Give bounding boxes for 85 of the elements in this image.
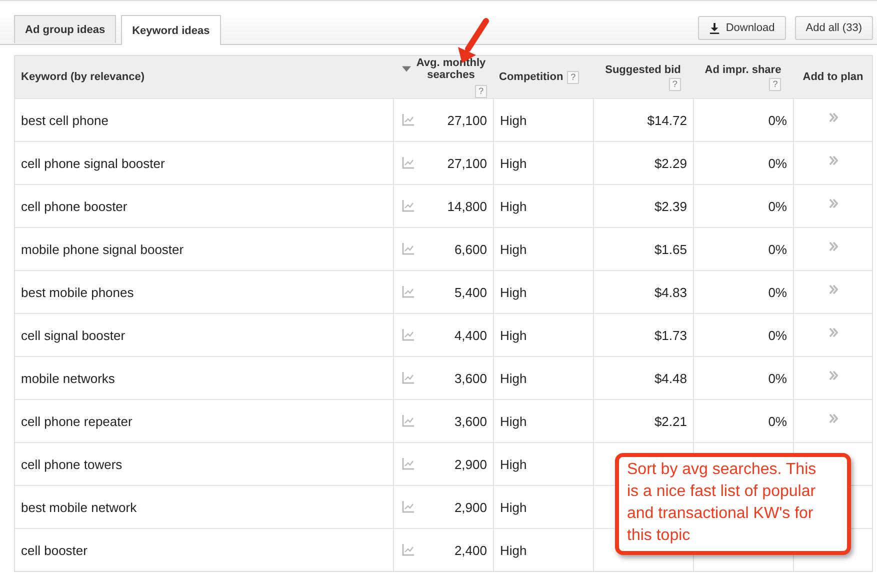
add-to-plan-icon[interactable] bbox=[829, 328, 838, 336]
download-icon bbox=[708, 22, 720, 34]
share-cell: 0% bbox=[768, 284, 787, 300]
column-header[interactable]: Suggested bid bbox=[605, 64, 681, 76]
column-header[interactable]: Add to plan bbox=[802, 71, 864, 83]
trend-chart-icon[interactable] bbox=[402, 329, 414, 341]
searches-cell: 3,600 bbox=[454, 370, 487, 386]
searches-cell: 2,400 bbox=[454, 542, 487, 558]
add-to-plan-icon[interactable] bbox=[829, 198, 838, 208]
competition-cell: High bbox=[500, 328, 527, 342]
bid-cell: $1.65 bbox=[654, 242, 687, 256]
competition-cell: High bbox=[500, 414, 527, 428]
add-all-button[interactable]: Add all (33) bbox=[794, 16, 873, 40]
keyword-cell: cell phone booster bbox=[21, 198, 128, 214]
competition-cell: High bbox=[500, 242, 527, 256]
help-button[interactable]: ? bbox=[475, 84, 487, 98]
trend-chart-icon[interactable] bbox=[402, 501, 414, 513]
share-cell: 0% bbox=[768, 414, 787, 428]
tab[interactable]: Keyword ideas bbox=[121, 15, 221, 45]
searches-cell: 2,900 bbox=[454, 500, 487, 514]
sort-arrow-icon bbox=[402, 66, 411, 72]
bid-cell: $14.72 bbox=[647, 112, 687, 128]
keyword-cell: cell phone repeater bbox=[21, 414, 132, 428]
competition-cell: High bbox=[500, 542, 527, 558]
searches-cell: 27,100 bbox=[447, 112, 487, 128]
share-cell: 0% bbox=[768, 156, 787, 170]
competition-cell: High bbox=[500, 156, 527, 170]
competition-cell: High bbox=[500, 500, 527, 514]
column-header[interactable]: Competition bbox=[499, 71, 564, 83]
bid-cell: $4.48 bbox=[654, 370, 687, 386]
add-to-plan-icon[interactable] bbox=[829, 414, 838, 422]
trend-chart-icon[interactable] bbox=[402, 458, 414, 470]
searches-cell: 3,600 bbox=[454, 414, 487, 428]
trend-chart-icon[interactable] bbox=[402, 372, 414, 384]
keyword-cell: best mobile phones bbox=[21, 284, 134, 300]
trend-chart-icon[interactable] bbox=[402, 157, 414, 169]
searches-cell: 5,400 bbox=[454, 284, 487, 300]
column-header[interactable]: Ad impr. share bbox=[704, 64, 782, 76]
searches-cell: 2,900 bbox=[454, 456, 487, 472]
help-button[interactable]: ? bbox=[668, 78, 681, 90]
annotation-callout: Sort by avg searches. This is a nice fast list of popular and transactional KW's for this topic bbox=[615, 453, 851, 555]
keyword-cell: cell phone towers bbox=[21, 456, 122, 472]
searches-cell: 4,400 bbox=[454, 328, 487, 342]
tab[interactable]: Ad group ideas bbox=[14, 15, 116, 43]
share-cell: 0% bbox=[768, 328, 787, 342]
competition-cell: High bbox=[500, 112, 527, 128]
trend-chart-icon[interactable] bbox=[402, 114, 414, 126]
add-to-plan-icon[interactable] bbox=[829, 242, 838, 250]
keyword-cell: cell phone signal booster bbox=[21, 156, 165, 170]
bid-cell: $1.73 bbox=[654, 328, 687, 342]
keyword-cell: mobile phone signal booster bbox=[21, 242, 184, 256]
searches-cell: 6,600 bbox=[454, 242, 487, 256]
keyword-cell: best mobile network bbox=[21, 500, 137, 514]
add-to-plan-icon[interactable] bbox=[829, 112, 838, 122]
competition-cell: High bbox=[500, 198, 527, 214]
share-cell: 0% bbox=[768, 242, 787, 256]
help-button[interactable]: ? bbox=[567, 70, 580, 84]
trend-chart-icon[interactable] bbox=[402, 415, 414, 427]
bid-cell: $2.29 bbox=[654, 156, 687, 170]
share-cell: 0% bbox=[768, 198, 787, 214]
keyword-cell: cell signal booster bbox=[21, 328, 126, 342]
download-button[interactable]: Download bbox=[698, 16, 786, 40]
trend-chart-icon[interactable] bbox=[402, 200, 414, 212]
trend-chart-icon[interactable] bbox=[402, 243, 414, 255]
keyword-cell: cell booster bbox=[21, 542, 88, 558]
searches-cell: 14,800 bbox=[447, 198, 487, 214]
column-header[interactable]: Avg. monthly searches bbox=[415, 56, 487, 80]
add-to-plan-icon[interactable] bbox=[829, 156, 838, 164]
share-cell: 0% bbox=[768, 112, 787, 128]
help-button[interactable]: ? bbox=[769, 78, 782, 90]
column-header[interactable]: Keyword (by relevance) bbox=[21, 71, 144, 83]
trend-chart-icon[interactable] bbox=[402, 544, 414, 556]
add-to-plan-icon[interactable] bbox=[829, 370, 838, 380]
share-cell: 0% bbox=[768, 370, 787, 386]
bid-cell: $2.21 bbox=[654, 414, 687, 428]
competition-cell: High bbox=[500, 456, 527, 472]
searches-cell: 27,100 bbox=[447, 156, 487, 170]
add-to-plan-icon[interactable] bbox=[829, 284, 838, 294]
bid-cell: $2.39 bbox=[654, 198, 687, 214]
competition-cell: High bbox=[500, 284, 527, 300]
trend-chart-icon[interactable] bbox=[402, 286, 414, 298]
competition-cell: High bbox=[500, 370, 527, 386]
keyword-cell: best cell phone bbox=[21, 112, 108, 128]
keyword-cell: mobile networks bbox=[21, 370, 115, 386]
bid-cell: $4.83 bbox=[654, 284, 687, 300]
